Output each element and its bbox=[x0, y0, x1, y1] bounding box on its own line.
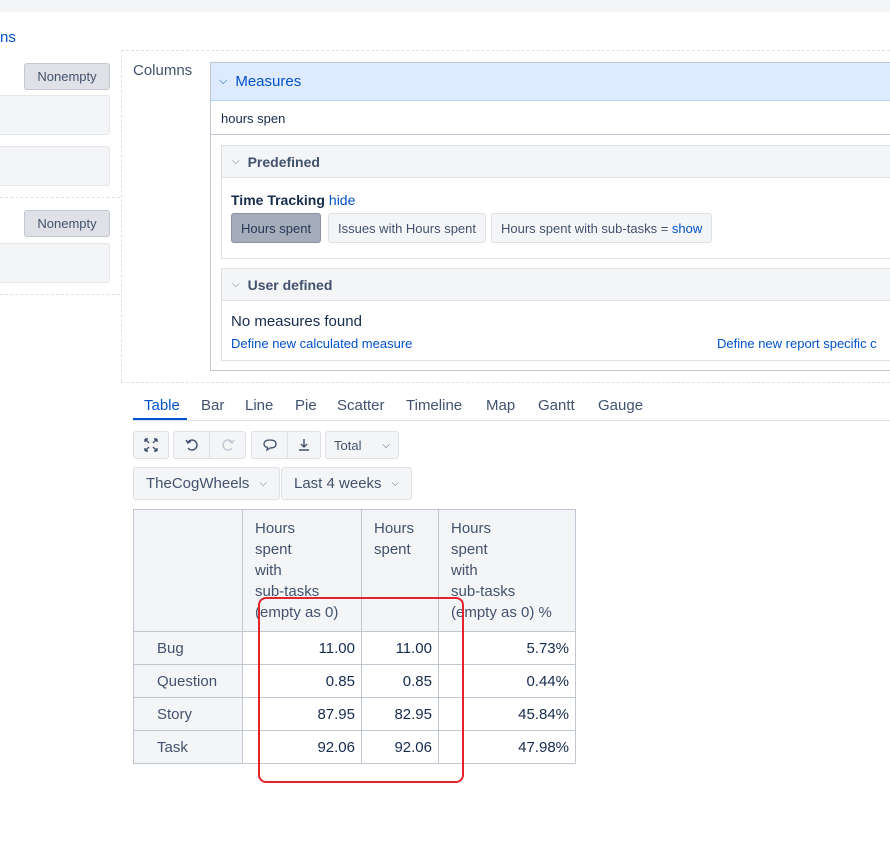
tab-table[interactable]: Table bbox=[144, 397, 180, 414]
divider bbox=[121, 50, 890, 51]
row-header[interactable]: Story bbox=[133, 697, 243, 731]
tab-bar[interactable]: Bar bbox=[201, 397, 224, 414]
chevron-down-icon: ⌵ bbox=[219, 75, 228, 87]
header-line: spent bbox=[255, 541, 292, 558]
time-tracking-label: Time Tracking bbox=[231, 192, 325, 208]
tab-gauge[interactable]: Gauge bbox=[598, 397, 643, 414]
define-report-measure-link[interactable]: Define new report specific c bbox=[717, 336, 877, 351]
tab-gantt[interactable]: Gantt bbox=[538, 397, 575, 414]
dimension-slot[interactable] bbox=[0, 243, 110, 283]
equals-sign: = bbox=[660, 220, 669, 236]
header-line: spent bbox=[374, 541, 411, 558]
measures-title: Measures bbox=[235, 73, 302, 90]
top-bar bbox=[0, 0, 890, 12]
hide-link[interactable]: hide bbox=[329, 192, 355, 208]
row-header[interactable]: Bug bbox=[133, 631, 243, 665]
divider bbox=[0, 197, 120, 198]
measure-label: Hours spent with sub-tasks bbox=[501, 220, 658, 236]
user-defined-section: ⌵ User defined No measures found Define … bbox=[221, 268, 890, 361]
measures-header[interactable]: ⌵ Measures bbox=[211, 63, 890, 101]
header-line: with bbox=[255, 562, 282, 579]
columns-label: Columns bbox=[133, 62, 193, 79]
highlight-annotation bbox=[258, 597, 464, 783]
row-header[interactable]: Task bbox=[133, 730, 243, 764]
define-calculated-measure-link[interactable]: Define new calculated measure bbox=[231, 336, 412, 351]
measure-hours-spent[interactable]: Hours spent bbox=[231, 213, 322, 243]
header-line: Hours bbox=[374, 520, 415, 537]
header-line: spent bbox=[451, 541, 488, 558]
measures-search-input[interactable]: hours spen bbox=[221, 111, 285, 126]
chevron-down-icon: ⌵ bbox=[391, 478, 400, 489]
tab-scatter[interactable]: Scatter bbox=[337, 397, 385, 414]
total-label: Total bbox=[334, 437, 362, 453]
column-header-text: Hours spent bbox=[362, 510, 438, 568]
chevron-down-icon: ⌵ bbox=[232, 279, 240, 290]
project-filter-value: TheCogWheels bbox=[146, 475, 250, 492]
undo-icon[interactable] bbox=[173, 431, 210, 459]
user-defined-header[interactable]: ⌵ User defined bbox=[222, 269, 890, 301]
tab-line[interactable]: Line bbox=[245, 397, 273, 414]
predefined-section: ⌵ Predefined Time Tracking hide Hours spe… bbox=[221, 145, 890, 259]
tab-pie[interactable]: Pie bbox=[295, 397, 317, 414]
measures-panel: ⌵ Measures hours spen ⌵ Predefined Time … bbox=[210, 62, 890, 371]
dimension-slot[interactable] bbox=[0, 95, 110, 135]
nonempty-button[interactable]: Nonempty bbox=[24, 63, 110, 90]
chevron-down-icon: ⌵ bbox=[232, 156, 240, 167]
tab-map[interactable]: Map bbox=[486, 397, 515, 414]
comment-icon[interactable] bbox=[251, 431, 288, 459]
columns-link[interactable]: ns bbox=[0, 29, 16, 46]
row-header[interactable]: Question bbox=[133, 664, 243, 698]
corner-cell bbox=[133, 509, 243, 632]
predefined-title: Predefined bbox=[247, 153, 320, 170]
predefined-header[interactable]: ⌵ Predefined bbox=[222, 146, 890, 178]
project-filter-dropdown[interactable]: TheCogWheels ⌵ bbox=[133, 467, 280, 500]
active-tab-indicator bbox=[133, 418, 187, 420]
divider bbox=[0, 294, 120, 295]
no-measures-text: No measures found bbox=[231, 313, 362, 330]
chevron-down-icon: ⌵ bbox=[259, 478, 267, 489]
measure-issues-with-hours-spent[interactable]: Issues with Hours spent bbox=[328, 213, 487, 243]
period-filter-dropdown[interactable]: Last 4 weeks ⌵ bbox=[281, 467, 413, 500]
period-filter-value: Last 4 weeks bbox=[294, 475, 382, 492]
header-line: (empty as 0) % bbox=[451, 604, 552, 621]
dimension-slot[interactable] bbox=[0, 146, 110, 186]
user-defined-title: User defined bbox=[247, 276, 333, 293]
header-line: with bbox=[451, 562, 478, 579]
header-line: Hours bbox=[451, 520, 492, 537]
nonempty-button[interactable]: Nonempty bbox=[24, 210, 110, 237]
expand-icon[interactable] bbox=[133, 431, 169, 459]
tab-timeline[interactable]: Timeline bbox=[406, 397, 462, 414]
header-line: Hours bbox=[255, 520, 296, 537]
show-link[interactable]: show bbox=[672, 221, 702, 236]
chevron-down-icon: ⌵ bbox=[382, 439, 390, 451]
total-dropdown[interactable]: Total ⌵ bbox=[325, 431, 399, 459]
time-tracking-group: Time Tracking hide bbox=[231, 192, 355, 208]
divider bbox=[211, 134, 890, 135]
header-line: sub-tasks bbox=[451, 583, 516, 600]
divider bbox=[121, 50, 122, 382]
export-icon[interactable] bbox=[287, 431, 321, 459]
redo-icon[interactable] bbox=[209, 431, 246, 459]
measure-hours-spent-with-subtasks[interactable]: Hours spent with sub-tasks = show bbox=[491, 213, 713, 243]
divider bbox=[121, 382, 890, 383]
chart-type-tabs: Table Bar Line Pie Scatter Timeline Map … bbox=[133, 393, 890, 421]
